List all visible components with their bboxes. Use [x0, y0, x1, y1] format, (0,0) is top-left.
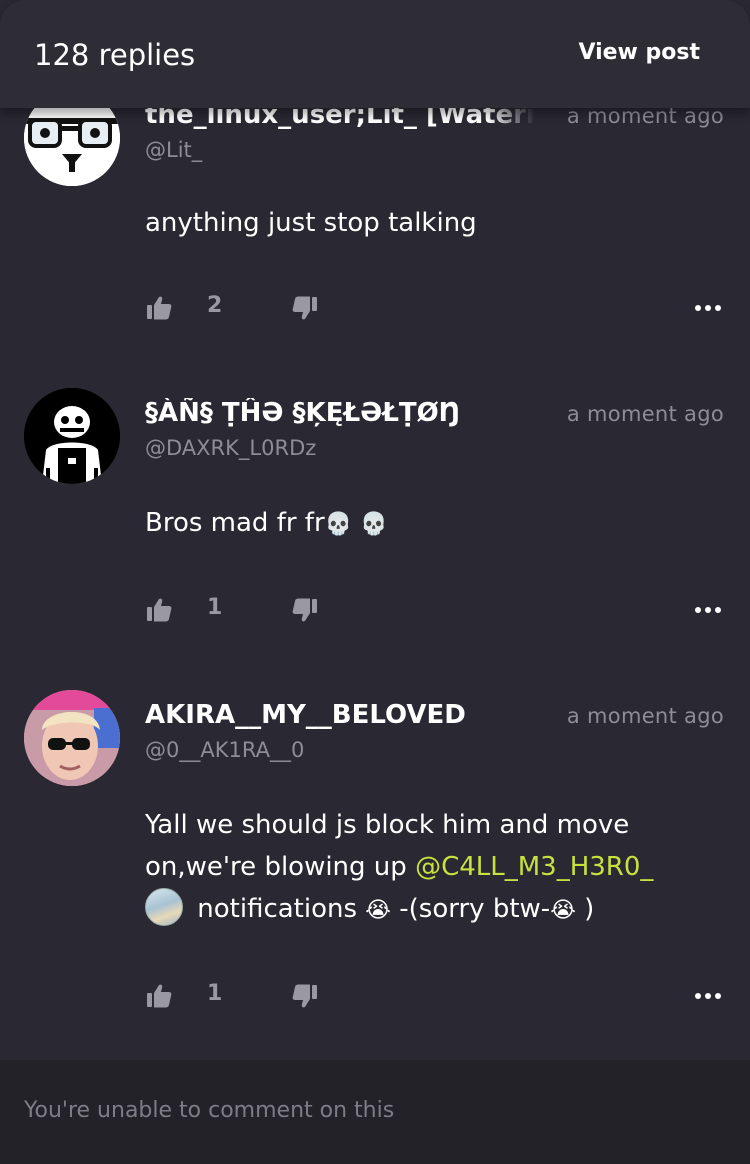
thumbs-up-icon[interactable]: [145, 294, 173, 322]
mention-avatar: [145, 888, 183, 926]
more-options-icon[interactable]: [694, 992, 722, 1000]
user-avatar[interactable]: [24, 690, 120, 786]
more-options-icon[interactable]: [694, 304, 722, 312]
comment-input-bar: You're unable to comment on this: [0, 1060, 750, 1164]
replies-count-title: 128 replies: [34, 38, 196, 72]
user-mention-link[interactable]: @C4LL_M3_H3R0_: [415, 852, 653, 882]
skull-emoji: 💀: [360, 512, 388, 537]
thumbs-up-icon[interactable]: [145, 982, 173, 1010]
comment-item: the_linux_user;Lit_ [Watern a moment ago…: [0, 90, 750, 360]
user-name[interactable]: AKIRA__MY__BELOVED: [145, 700, 535, 730]
replies-screen: the_linux_user;Lit_ [Watern a moment ago…: [0, 0, 750, 1164]
user-handle[interactable]: @0__AK1RA__0: [145, 738, 304, 762]
like-count: 1: [207, 595, 223, 620]
replies-header: 128 replies View post: [0, 0, 750, 108]
user-avatar[interactable]: [24, 388, 120, 484]
comment-actions: 2: [145, 292, 725, 324]
comment-text-content: ): [575, 894, 595, 924]
comment-text-content: notifications: [189, 894, 366, 924]
comment-text-content: -(sorry btw-: [391, 894, 551, 924]
comment-text: Yall we should js block him and move on,…: [145, 804, 725, 932]
comment-text-content: anything just stop talking: [145, 208, 477, 238]
comment-text: Bros mad fr fr💀 💀: [145, 502, 725, 546]
thumbs-down-icon[interactable]: [291, 294, 319, 322]
comment-item: §ÀÑ§ ṬĤƏ §ĶĘŁƏŁṬØŊ a moment ago @DAXRK_L…: [0, 388, 750, 658]
user-handle[interactable]: @DAXRK_L0RDz: [145, 436, 316, 460]
comment-text: anything just stop talking: [145, 202, 725, 244]
thumbs-up-icon[interactable]: [145, 596, 173, 624]
comment-actions: 1: [145, 594, 725, 626]
timestamp: a moment ago: [566, 402, 724, 426]
like-count: 2: [207, 293, 223, 318]
view-post-button[interactable]: View post: [578, 40, 700, 65]
user-handle[interactable]: @Lit_: [145, 138, 202, 162]
like-count: 1: [207, 981, 223, 1006]
more-options-icon[interactable]: [694, 606, 722, 614]
skull-emoji: 💀: [324, 512, 353, 537]
comment-item: AKIRA__MY__BELOVED a moment ago @0__AK1R…: [0, 690, 750, 1030]
user-name[interactable]: §ÀÑ§ ṬĤƏ §ĶĘŁƏŁṬØŊ: [145, 398, 535, 428]
thumbs-down-icon[interactable]: [291, 596, 319, 624]
comment-actions: 1: [145, 980, 725, 1012]
comment-text-content: Bros mad fr fr: [145, 508, 325, 538]
crying-emoji: 😭: [365, 898, 392, 923]
timestamp: a moment ago: [566, 704, 724, 728]
crying-emoji: 😭: [550, 898, 576, 923]
comment-disabled-notice: You're unable to comment on this: [24, 1098, 395, 1123]
thumbs-down-icon[interactable]: [291, 982, 319, 1010]
